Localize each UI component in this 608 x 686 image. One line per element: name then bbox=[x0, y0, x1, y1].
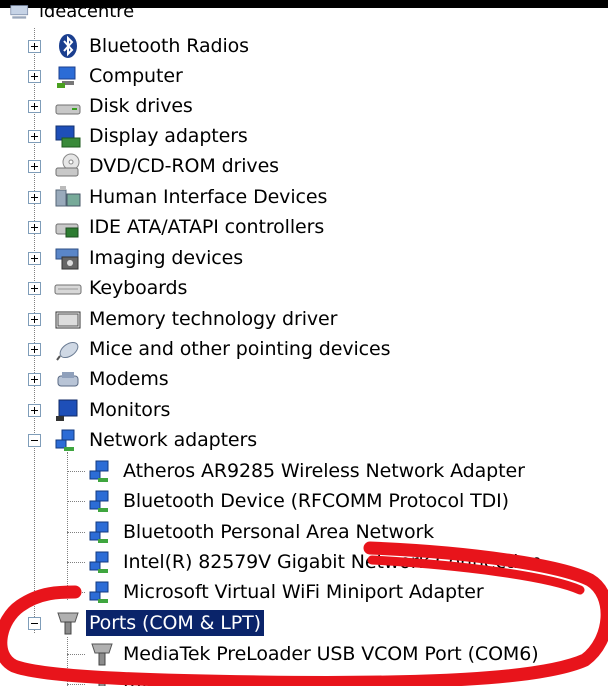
memory-icon bbox=[55, 311, 81, 329]
tree-category-bluetooth-radios[interactable]: Bluetooth Radios bbox=[24, 31, 252, 61]
port-connector-icon bbox=[91, 643, 113, 666]
modem-icon bbox=[57, 372, 79, 387]
computer-root-icon bbox=[10, 5, 29, 19]
network-card-icon bbox=[89, 460, 109, 482]
network-adapter-item[interactable]: Bluetooth Device (RFCOMM Protocol TDI) bbox=[88, 486, 512, 516]
category-label-selected: Ports (COM & LPT) bbox=[86, 610, 264, 636]
port-label: MediaTek PreLoader USB VCOM Port (COM6) bbox=[123, 643, 539, 665]
tree-category-memory-technology[interactable]: Memory technology driver bbox=[24, 304, 340, 334]
category-label: Display adapters bbox=[89, 125, 248, 147]
category-label: Network adapters bbox=[89, 429, 258, 451]
network-adapter-icon bbox=[55, 429, 75, 451]
tree-line-network bbox=[67, 452, 68, 600]
port-connector-icon bbox=[57, 612, 79, 635]
network-adapter-label: Atheros AR9285 Wireless Network Adapter bbox=[123, 460, 525, 482]
category-label: Computer bbox=[89, 65, 183, 87]
expand-button[interactable] bbox=[28, 373, 41, 386]
network-card-icon bbox=[89, 581, 109, 603]
expand-button[interactable] bbox=[28, 160, 41, 173]
category-label: Bluetooth Radios bbox=[89, 35, 249, 57]
tree-category-network-adapters[interactable]: Network adapters bbox=[24, 425, 260, 455]
tree-category-ports[interactable]: Ports (COM & LPT) bbox=[24, 608, 264, 638]
expand-button[interactable] bbox=[28, 343, 41, 356]
expand-button[interactable] bbox=[28, 252, 41, 265]
expand-button[interactable] bbox=[28, 191, 41, 204]
ide-controller-icon bbox=[55, 223, 79, 238]
category-label: DVD/CD-ROM drives bbox=[89, 155, 279, 177]
network-card-icon bbox=[89, 521, 109, 543]
tree-branch bbox=[67, 471, 85, 472]
tree-category-computer[interactable]: Computer bbox=[24, 61, 186, 91]
category-label: Imaging devices bbox=[89, 247, 244, 269]
imaging-device-icon bbox=[55, 248, 79, 270]
network-adapter-label: Bluetooth Device (RFCOMM Protocol TDI) bbox=[123, 490, 509, 512]
collapse-button[interactable] bbox=[28, 617, 41, 630]
network-adapter-label: Intel(R) 82579V Gigabit Network Connecti… bbox=[123, 551, 542, 573]
tree-category-disk-drives[interactable]: Disk drives bbox=[24, 91, 196, 121]
expand-button[interactable] bbox=[28, 221, 41, 234]
tree-category-human-interface-devices[interactable]: Human Interface Devices bbox=[24, 182, 330, 212]
network-adapter-item[interactable]: Intel(R) 82579V Gigabit Network Connecti… bbox=[88, 547, 545, 577]
tree-category-modems[interactable]: Modems bbox=[24, 364, 172, 394]
network-adapter-label: Bluetooth Personal Area Network bbox=[123, 521, 435, 543]
network-adapter-item[interactable]: Bluetooth Personal Area Network bbox=[88, 517, 437, 547]
tree-category-keyboards[interactable]: Keyboards bbox=[24, 273, 190, 303]
bluetooth-icon bbox=[59, 34, 77, 58]
port-item[interactable]: MediaTek PreLoader USB VCOM Port (COM6) bbox=[88, 639, 542, 669]
device-tree: ideacentre Bluetooth Radios Computer Dis… bbox=[0, 0, 608, 686]
category-label: Modems bbox=[89, 368, 169, 390]
computer-icon bbox=[57, 66, 76, 88]
tree-root[interactable]: ideacentre bbox=[8, 1, 137, 32]
tree-branch bbox=[67, 654, 85, 655]
category-label: Memory technology driver bbox=[89, 308, 338, 330]
category-label: Disk drives bbox=[89, 95, 193, 117]
tree-category-mice[interactable]: Mice and other pointing devices bbox=[24, 334, 393, 364]
tree-branch bbox=[67, 532, 85, 533]
tree-category-ide-controllers[interactable]: IDE ATA/ATAPI controllers bbox=[24, 212, 327, 242]
dvd-drive-icon bbox=[55, 153, 80, 177]
tree-branch bbox=[67, 501, 85, 502]
tree-branch bbox=[67, 684, 85, 685]
tree-category-imaging-devices[interactable]: Imaging devices bbox=[24, 243, 246, 273]
monitor-icon bbox=[56, 399, 78, 421]
collapse-button[interactable] bbox=[28, 434, 41, 447]
expand-button[interactable] bbox=[28, 100, 41, 113]
network-adapter-item[interactable]: Atheros AR9285 Wireless Network Adapter bbox=[88, 456, 528, 486]
display-adapter-icon bbox=[55, 125, 81, 148]
network-card-icon bbox=[89, 551, 109, 573]
expand-button[interactable] bbox=[28, 282, 41, 295]
expand-button[interactable] bbox=[28, 313, 41, 326]
port-label: RIM Virtual Serial Port v2 (COM3) bbox=[123, 673, 434, 686]
network-card-icon bbox=[89, 490, 109, 512]
tree-line-ports bbox=[67, 637, 68, 686]
network-adapter-label: Microsoft Virtual WiFi Miniport Adapter bbox=[123, 581, 484, 603]
port-item[interactable]: RIM Virtual Serial Port v2 (COM3) bbox=[88, 669, 436, 686]
category-label: Human Interface Devices bbox=[89, 186, 328, 208]
tree-category-monitors[interactable]: Monitors bbox=[24, 395, 173, 425]
hid-icon bbox=[55, 186, 81, 207]
keyboard-icon bbox=[54, 284, 82, 295]
disk-drive-icon bbox=[55, 104, 81, 115]
category-label: Keyboards bbox=[89, 277, 188, 299]
expand-button[interactable] bbox=[28, 40, 41, 53]
expand-button[interactable] bbox=[28, 130, 41, 143]
tree-branch bbox=[67, 592, 85, 593]
port-connector-icon bbox=[91, 673, 113, 686]
tree-root-label: ideacentre bbox=[39, 1, 135, 22]
tree-branch bbox=[67, 562, 85, 563]
expand-button[interactable] bbox=[28, 404, 41, 417]
category-label: Monitors bbox=[89, 399, 171, 421]
network-adapter-item[interactable]: Microsoft Virtual WiFi Miniport Adapter bbox=[88, 577, 487, 607]
tree-category-dvd-drives[interactable]: DVD/CD-ROM drives bbox=[24, 151, 282, 181]
mouse-icon bbox=[56, 341, 79, 361]
category-label: Mice and other pointing devices bbox=[89, 338, 391, 360]
tree-category-display-adapters[interactable]: Display adapters bbox=[24, 121, 251, 151]
category-label: IDE ATA/ATAPI controllers bbox=[89, 216, 325, 238]
expand-button[interactable] bbox=[28, 70, 41, 83]
